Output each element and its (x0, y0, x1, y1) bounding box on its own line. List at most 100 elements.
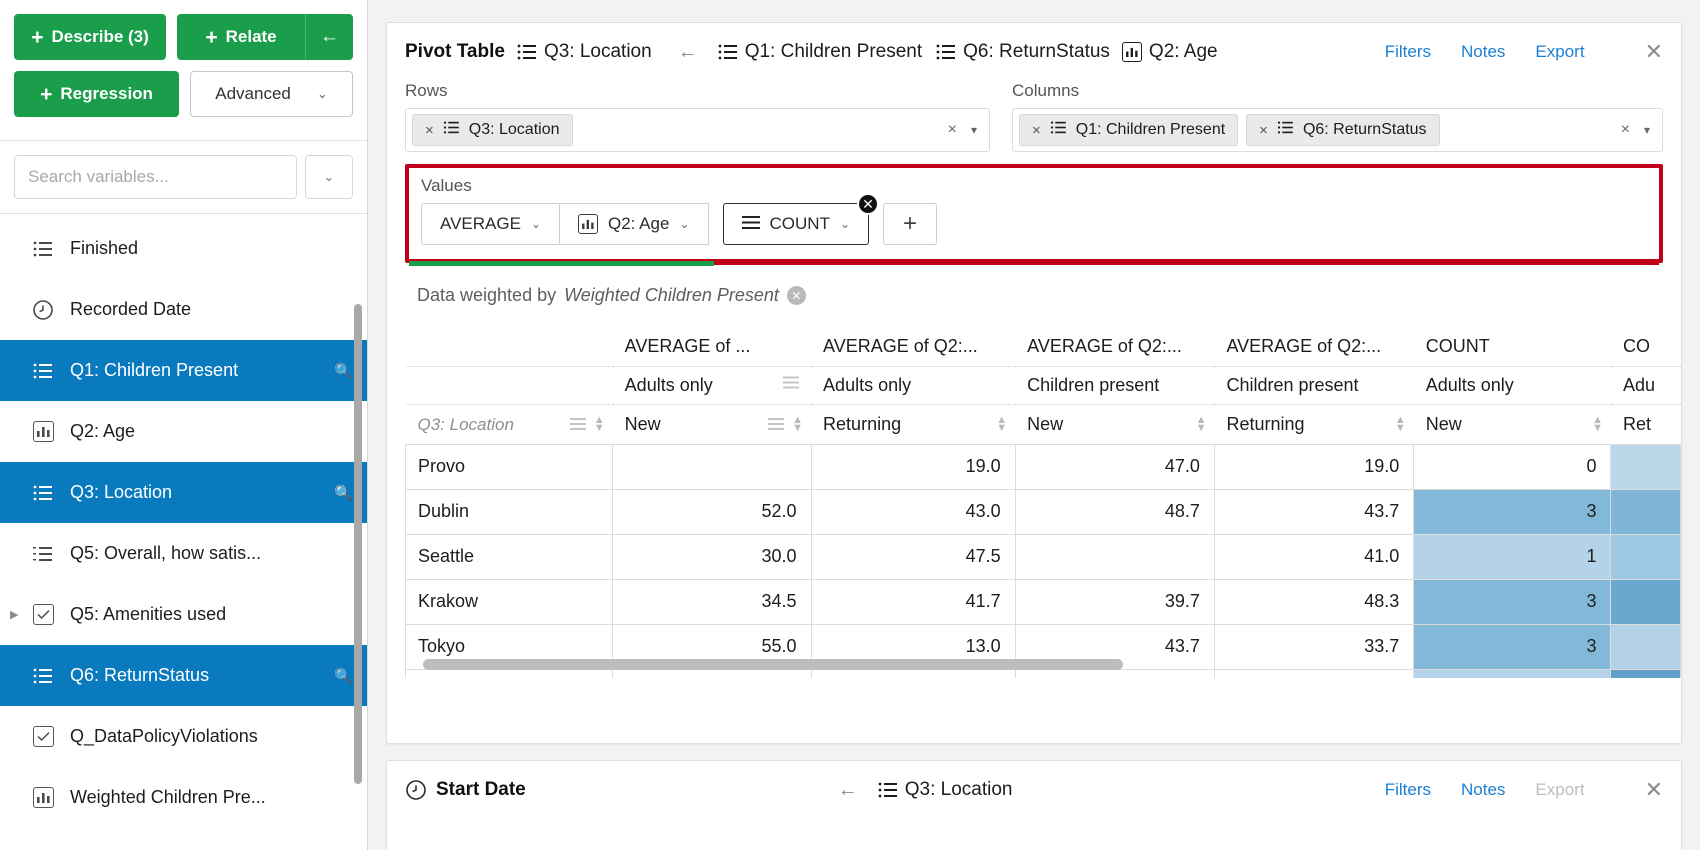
data-cell[interactable]: 43.0 (811, 489, 1015, 534)
level2-header[interactable]: New ▲▼ (1414, 404, 1611, 444)
columns-chip-q6-returnstatus[interactable]: × Q6: ReturnStatus (1246, 114, 1439, 146)
agg-header[interactable]: CO (1611, 328, 1681, 366)
clear-icon[interactable]: × (948, 121, 957, 139)
data-cell[interactable]: 39.7 (1015, 579, 1214, 624)
filters-link[interactable]: Filters (1385, 780, 1431, 800)
data-cell[interactable]: 52.0 (613, 489, 811, 534)
data-cell[interactable]: 47.5 (811, 534, 1015, 579)
sort-icon[interactable]: ▲▼ (1196, 416, 1207, 432)
sort-icon[interactable]: ▲▼ (594, 416, 605, 432)
count-cell[interactable]: 1 (1414, 534, 1611, 579)
variable-item-q2-age[interactable]: Q2: Age (0, 401, 367, 462)
data-cell[interactable]: 65.0 (1015, 669, 1214, 678)
pivot-grid[interactable]: AVERAGE of ... AVERAGE of Q2:... AVERAGE… (405, 328, 1681, 678)
sort-icon[interactable]: ▲▼ (1592, 416, 1603, 432)
row-field-header[interactable]: Q3: Location ▲▼ (406, 404, 613, 444)
agg-header[interactable]: AVERAGE of ... (613, 328, 811, 366)
data-cell[interactable]: 36.0 (1214, 669, 1413, 678)
notes-link[interactable]: Notes (1461, 42, 1505, 62)
level1-header[interactable]: Adults only (613, 366, 811, 404)
export-link[interactable]: Export (1535, 42, 1584, 62)
chevron-down-icon[interactable]: ▾ (971, 123, 977, 137)
col-header-controls[interactable]: ▲▼ (1395, 416, 1406, 432)
variable-item-q6-returnstatus[interactable]: Q6: ReturnStatus 🔍 (0, 645, 367, 706)
remove-weight-icon[interactable]: ✕ (787, 286, 806, 305)
data-cell[interactable]: 19.0 (1214, 444, 1413, 489)
data-cell[interactable]: 46.3 (811, 669, 1015, 678)
col-header-controls[interactable]: ▲▼ (768, 415, 803, 433)
data-cell[interactable]: 41.7 (811, 579, 1015, 624)
left-arrow-icon[interactable]: ← (838, 779, 858, 802)
columns-chip-q1-children-present[interactable]: × Q1: Children Present (1019, 114, 1238, 146)
data-cell[interactable]: 43.7 (1214, 489, 1413, 534)
level2-header[interactable]: Returning ▲▼ (1214, 404, 1413, 444)
variable-item-q1-children-present[interactable]: Q1: Children Present 🔍 (0, 340, 367, 401)
count-cell[interactable]: 3 (1414, 579, 1611, 624)
level1-header[interactable]: Adults only (811, 366, 1015, 404)
hamburger-icon[interactable] (768, 415, 784, 433)
remove-icon[interactable]: × (1259, 122, 1268, 139)
hamburger-icon[interactable] (570, 415, 586, 433)
overflow-cell[interactable] (1611, 669, 1681, 678)
advanced-dropdown-button[interactable]: Advanced ⌄ (190, 71, 353, 117)
sort-icon[interactable]: ▲▼ (792, 416, 803, 432)
col-header-controls[interactable]: ▲▼ (996, 416, 1007, 432)
horizontal-scrollbar[interactable] (423, 659, 1647, 670)
agg-header[interactable]: AVERAGE of Q2:... (1214, 328, 1413, 366)
variable-item-finished[interactable]: Finished (0, 218, 367, 279)
col-header-controls[interactable]: ▲▼ (1196, 416, 1207, 432)
level1-header[interactable]: Adults only (1414, 366, 1611, 404)
variable-item-weighted-children-present[interactable]: Weighted Children Pre... (0, 767, 367, 828)
describe-button[interactable]: + Describe (3) (14, 14, 166, 60)
level1-header[interactable]: Children present (1214, 366, 1413, 404)
data-cell[interactable]: 19.0 (811, 444, 1015, 489)
overflow-cell[interactable] (1611, 534, 1681, 579)
level1-header[interactable]: Adu (1611, 366, 1681, 404)
value-field-dropdown-button[interactable]: Q2: Age ⌄ (560, 203, 709, 245)
close-icon[interactable]: ✕ (1645, 39, 1663, 65)
overflow-cell[interactable] (1611, 444, 1681, 489)
rows-chip-q3-location[interactable]: × Q3: Location (412, 114, 573, 146)
variable-item-recorded-date[interactable]: Recorded Date (0, 279, 367, 340)
overflow-cell[interactable] (1611, 489, 1681, 534)
aggregate-dropdown-button[interactable]: AVERAGE ⌄ (421, 203, 560, 245)
variable-list[interactable]: Finished Recorded Date (0, 214, 367, 850)
variable-item-q-datapolicyviolations[interactable]: Q_DataPolicyViolations (0, 706, 367, 767)
table-row[interactable]: Seattle 30.0 47.5 41.0 1 (406, 534, 1681, 579)
left-arrow-icon[interactable]: ← (678, 41, 698, 64)
data-cell[interactable] (1015, 534, 1214, 579)
data-cell[interactable]: 30.0 (613, 534, 811, 579)
start-date-chip[interactable]: Q3: Location (878, 779, 1013, 801)
count-cell[interactable]: 0 (1414, 444, 1611, 489)
col-header-controls[interactable]: ▲▼ (1592, 416, 1603, 432)
level2-header[interactable]: Returning ▲▼ (811, 404, 1015, 444)
data-cell[interactable]: 48.7 (1015, 489, 1214, 534)
level1-header[interactable]: Children present (1015, 366, 1214, 404)
remove-icon[interactable]: × (1032, 122, 1041, 139)
variable-item-q5-amenities-used[interactable]: ▶ Q5: Amenities used (0, 584, 367, 645)
close-icon[interactable]: ✕ (1645, 777, 1663, 803)
table-row[interactable]: Dublin 52.0 43.0 48.7 43.7 3 (406, 489, 1681, 534)
overflow-cell[interactable] (1611, 579, 1681, 624)
relate-button[interactable]: + Relate (177, 14, 305, 60)
row-header-controls[interactable]: ▲▼ (570, 415, 605, 433)
count-value-button[interactable]: COUNT ⌄ ✕ (723, 203, 870, 245)
header-chip-q1[interactable]: Q1: Children Present (718, 41, 922, 63)
variable-item-q5-overall-satisfaction[interactable]: Q5: Overall, how satis... (0, 523, 367, 584)
data-cell[interactable]: 41.0 (1214, 534, 1413, 579)
sidebar-scrollbar[interactable] (354, 304, 362, 784)
agg-header[interactable]: COUNT (1414, 328, 1611, 366)
level2-header[interactable]: New ▲▼ (1015, 404, 1214, 444)
add-value-button[interactable]: + (883, 203, 937, 245)
data-cell[interactable]: 34.5 (613, 579, 811, 624)
hamburger-icon[interactable] (783, 374, 799, 397)
expand-caret-icon[interactable]: ▶ (10, 608, 18, 621)
scrollbar-thumb[interactable] (423, 659, 1123, 670)
agg-header[interactable]: AVERAGE of Q2:... (811, 328, 1015, 366)
count-cell[interactable]: 1 (1414, 669, 1611, 678)
data-cell[interactable]: 29.0 (613, 669, 811, 678)
back-arrow-button[interactable]: ← (305, 14, 353, 60)
data-cell[interactable]: 48.3 (1214, 579, 1413, 624)
remove-value-icon[interactable]: ✕ (857, 193, 879, 215)
columns-dropzone[interactable]: × Q1: Children Present × (1012, 108, 1663, 152)
